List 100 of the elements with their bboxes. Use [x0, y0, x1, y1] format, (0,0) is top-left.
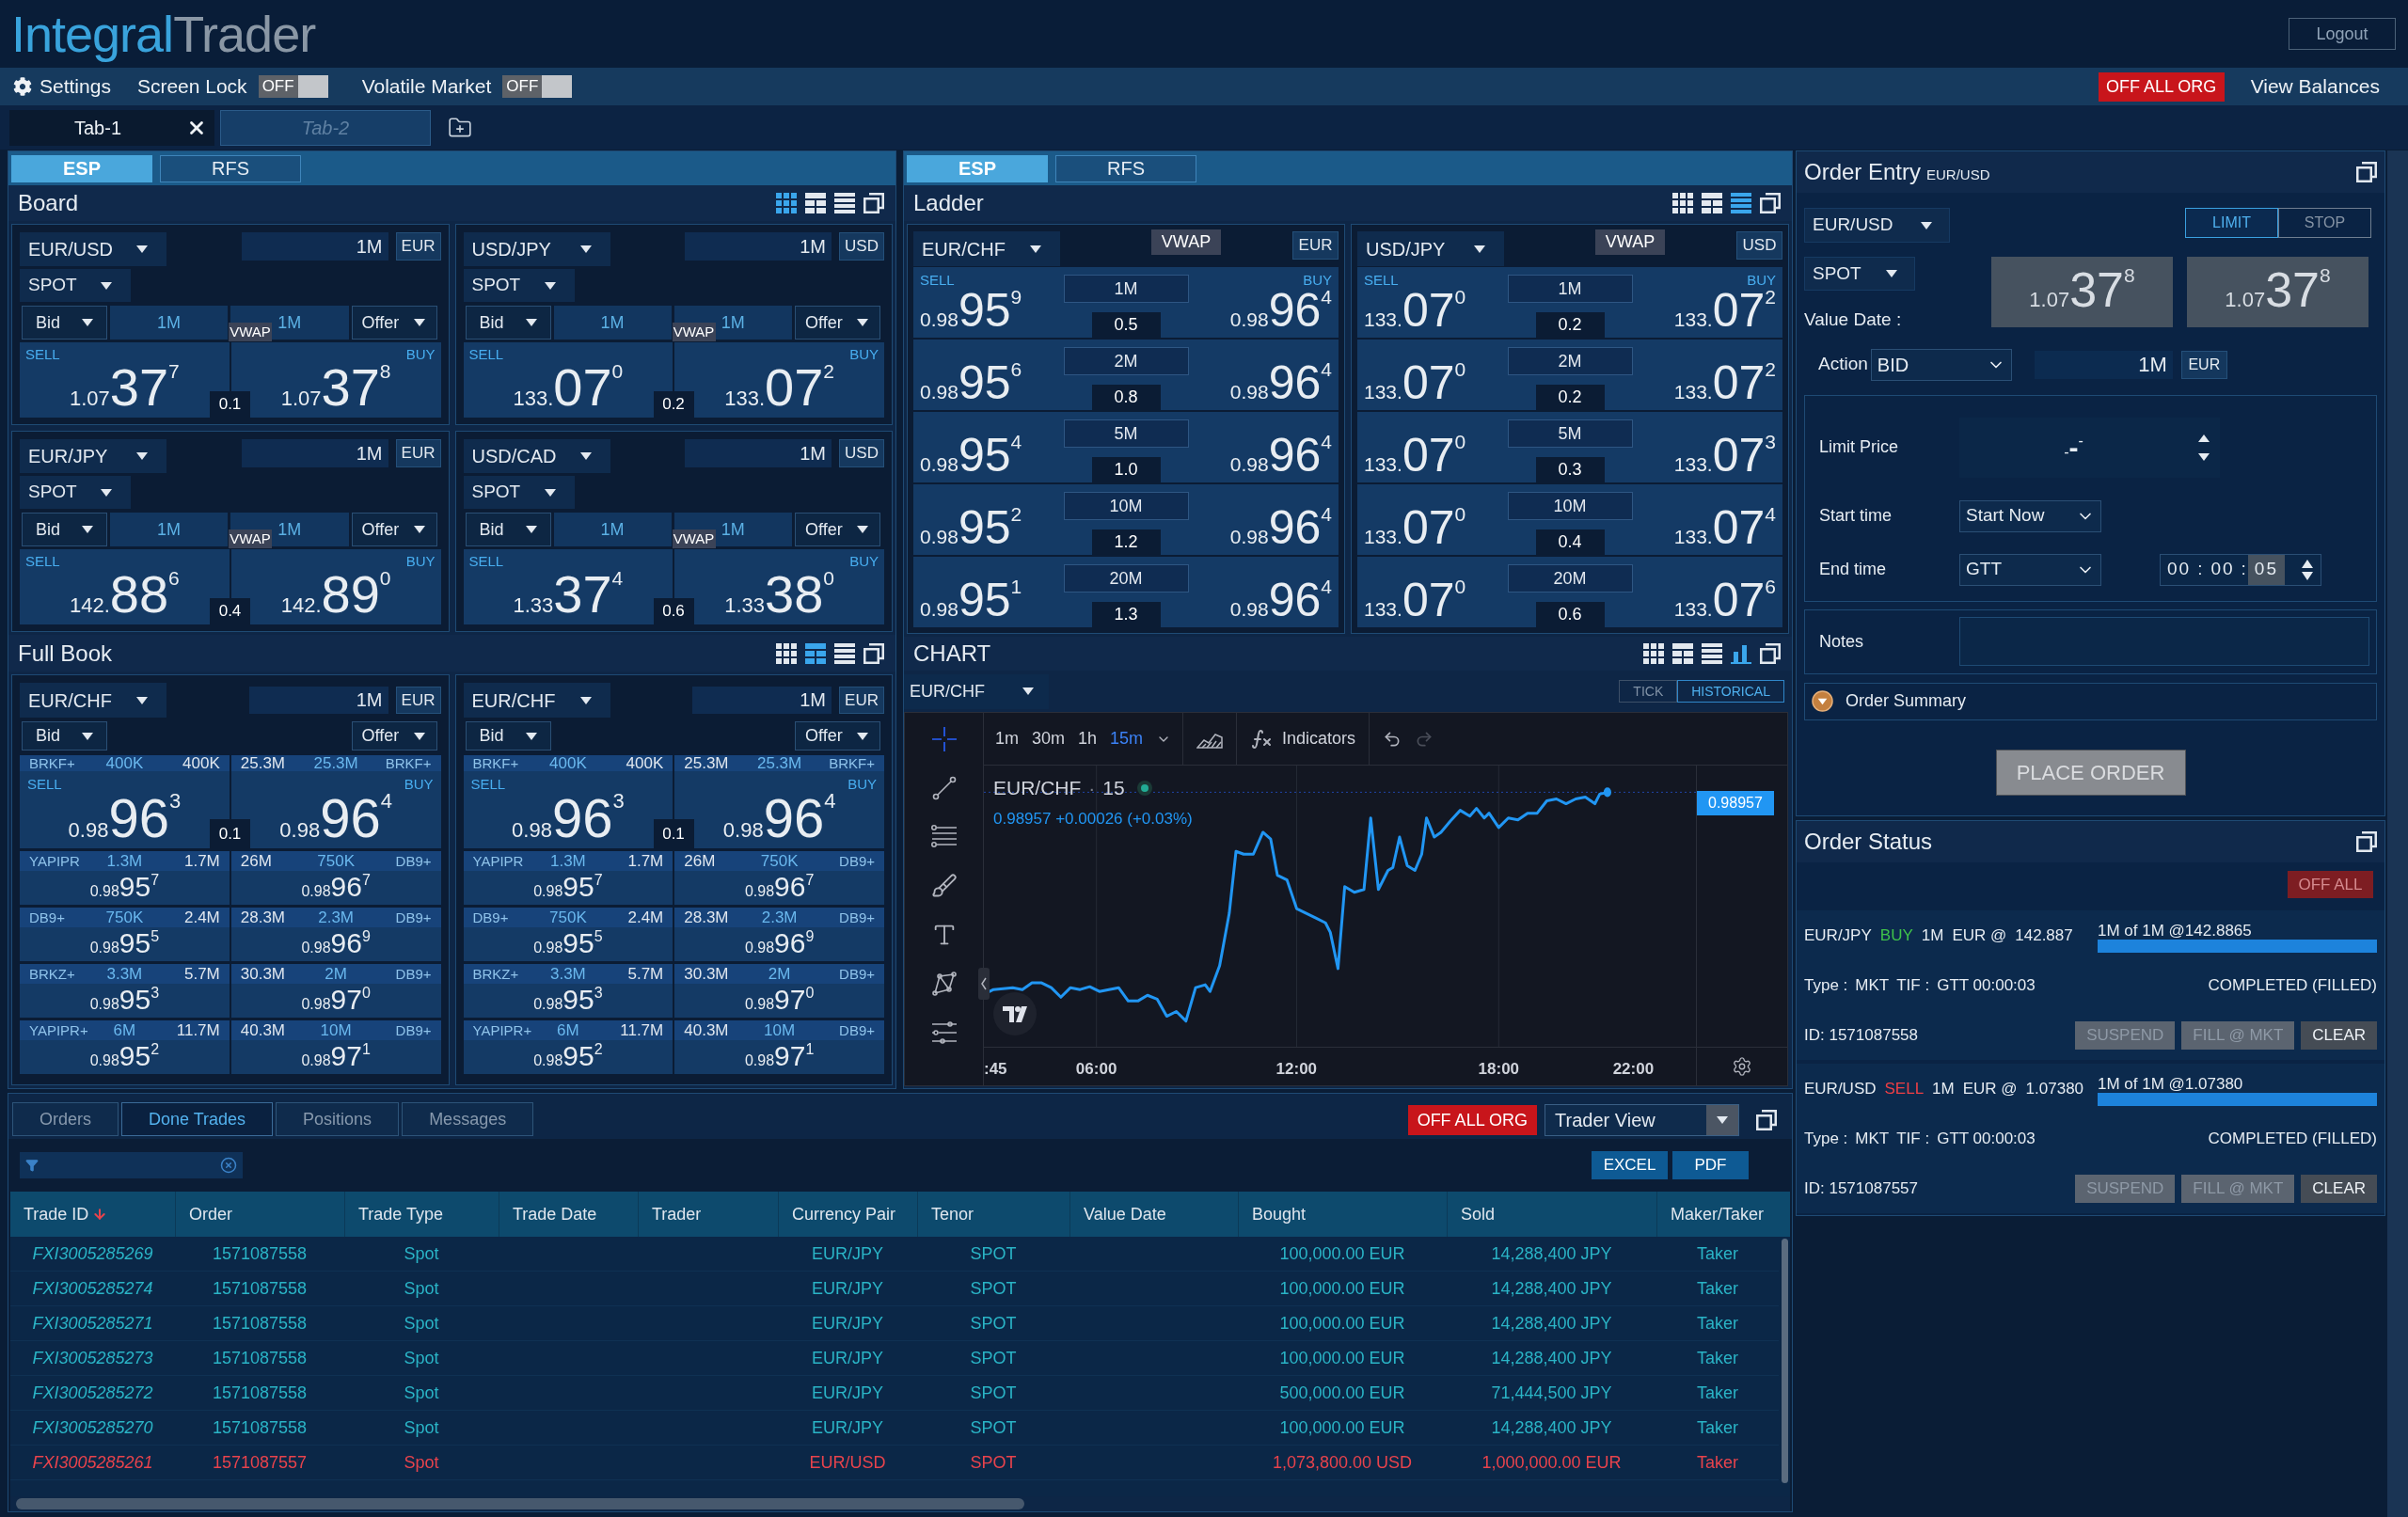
notes-field[interactable]	[1959, 617, 2369, 666]
currency-button[interactable]: EUR	[839, 687, 884, 714]
grid-view-icon[interactable]	[776, 642, 797, 664]
collapse-handle-icon[interactable]	[978, 968, 990, 1000]
interval-button[interactable]: 30m	[1032, 726, 1066, 751]
bid-select[interactable]: Bid	[22, 721, 107, 751]
interval-button[interactable]: 1m	[995, 726, 1019, 751]
tenor-select[interactable]: SPOT	[463, 269, 575, 302]
popout-icon[interactable]	[863, 642, 884, 664]
amount-field[interactable]: 1M	[241, 232, 388, 261]
interval-button[interactable]: 1h	[1078, 726, 1098, 751]
increment-icon[interactable]	[2198, 434, 2210, 442]
currency-pair-select[interactable]: EUR/USD	[20, 232, 166, 266]
currency-button[interactable]: USD	[839, 232, 884, 261]
off-all-org-button[interactable]: OFF ALL ORG	[1407, 1105, 1537, 1135]
expiry-time-field[interactable]: 00 : 00 : 05	[2160, 553, 2321, 586]
amount-field[interactable]: 1M	[685, 439, 832, 467]
popout-icon[interactable]	[1756, 1110, 1777, 1130]
settings-icon[interactable]	[1732, 1056, 1752, 1077]
order-type-tab[interactable]: STOP	[2278, 208, 2371, 238]
currency-pair-select[interactable]: EUR/CHF	[463, 683, 610, 718]
currency-pair-select[interactable]: EUR/CHF	[904, 673, 1049, 709]
action-select[interactable]: BID	[1870, 348, 2012, 381]
amount-field[interactable]: 1M	[241, 439, 388, 467]
expand-circle-icon[interactable]	[1812, 690, 1833, 712]
list-view-icon[interactable]	[834, 193, 855, 213]
off-all-org-button[interactable]: OFF ALL ORG	[2098, 71, 2225, 102]
popout-icon[interactable]	[1760, 643, 1781, 664]
currency-pair-select[interactable]: EUR/CHF	[913, 231, 1060, 266]
currency-pair-select[interactable]: EUR/USD	[1804, 208, 1950, 243]
currency-pair-select[interactable]: USD/JPY	[463, 232, 610, 266]
currency-button[interactable]: EUR	[395, 439, 441, 467]
tenor-select[interactable]: SPOT	[20, 269, 131, 302]
brush-icon[interactable]	[930, 873, 958, 899]
offer-select[interactable]: Offer	[795, 721, 880, 751]
spinner-icon[interactable]	[2302, 559, 2313, 580]
offer-select[interactable]: Offer	[351, 306, 437, 340]
list-view-icon[interactable]	[1702, 643, 1722, 664]
amount-field[interactable]: 1M	[2034, 350, 2173, 379]
source-tab[interactable]: TICK	[1619, 680, 1678, 703]
currency-button[interactable]: EUR	[1292, 231, 1339, 260]
tile-view-icon[interactable]	[1702, 193, 1722, 213]
clear-icon[interactable]	[220, 1157, 237, 1174]
offer-select[interactable]: Offer	[351, 721, 437, 751]
bar-chart-icon[interactable]	[1731, 643, 1751, 664]
mode-tab[interactable]: RFS	[1055, 154, 1196, 182]
grid-view-icon[interactable]	[1643, 643, 1664, 664]
currency-pair-select[interactable]: EUR/JPY	[20, 439, 166, 473]
export-button[interactable]: PDF	[1672, 1151, 1749, 1179]
currency-button[interactable]: EUR	[395, 687, 441, 714]
bid-select[interactable]: Bid	[465, 513, 551, 546]
logout-button[interactable]: Logout	[2289, 18, 2396, 50]
function-icon[interactable]	[1250, 727, 1274, 751]
pattern-icon[interactable]	[930, 971, 958, 997]
list-view-icon[interactable]	[1731, 193, 1751, 213]
column-header[interactable]: Trade ID	[10, 1192, 175, 1237]
start-time-select[interactable]: Start Now	[1959, 499, 2101, 532]
blotter-tab[interactable]: Positions	[276, 1102, 400, 1136]
tenor-select[interactable]: SPOT	[463, 476, 575, 509]
limit-price-field[interactable]: ---	[1959, 417, 2220, 478]
settings-button[interactable]: Settings	[13, 71, 111, 102]
order-type-tab[interactable]: LIMIT	[2185, 208, 2278, 238]
view-balances-link[interactable]: View Balances	[2250, 71, 2380, 102]
list-view-icon[interactable]	[834, 642, 855, 664]
amount-field[interactable]: 1M	[692, 687, 832, 714]
grid-view-icon[interactable]	[1672, 193, 1693, 213]
popout-icon[interactable]	[863, 193, 884, 213]
toggle-switch[interactable]: OFF	[258, 75, 328, 98]
toggle-switch[interactable]: OFF	[502, 75, 573, 98]
blotter-tab[interactable]: Done Trades	[121, 1102, 274, 1136]
view-select[interactable]: Trader View	[1545, 1104, 1739, 1136]
bid-select[interactable]: Bid	[22, 306, 107, 340]
currency-button[interactable]: EUR	[395, 232, 441, 261]
order-action-button[interactable]: CLEAR	[2301, 1020, 2377, 1050]
offer-select[interactable]: Offer	[351, 513, 437, 546]
tile-view-icon[interactable]	[805, 642, 826, 664]
mode-tab[interactable]: RFS	[160, 154, 301, 182]
end-time-select[interactable]: GTT	[1959, 553, 2101, 586]
bid-select[interactable]: Bid	[465, 306, 551, 340]
currency-pair-select[interactable]: USD/CAD	[463, 439, 610, 473]
bid-select[interactable]: Bid	[22, 513, 107, 546]
grid-view-icon[interactable]	[776, 193, 797, 213]
order-summary-toggle[interactable]: Order Summary	[1846, 688, 1967, 714]
amount-field[interactable]: 1M	[248, 687, 388, 714]
popout-icon[interactable]	[2356, 162, 2377, 182]
currency-button[interactable]: USD	[1736, 231, 1782, 260]
currency-button[interactable]: EUR	[2180, 350, 2227, 379]
tenor-select[interactable]: SPOT	[20, 476, 131, 509]
horizontal-scrollbar[interactable]	[16, 1498, 1024, 1509]
export-button[interactable]: EXCEL	[1592, 1151, 1668, 1179]
dotted-lines-icon[interactable]	[930, 1019, 958, 1046]
tile-view-icon[interactable]	[1672, 643, 1693, 664]
blotter-tab[interactable]: Orders	[12, 1102, 119, 1136]
popout-icon[interactable]	[2356, 831, 2377, 852]
interval-button[interactable]: 15m	[1110, 726, 1144, 751]
vertical-scrollbar[interactable]	[1781, 1239, 1788, 1484]
filter-field[interactable]	[20, 1152, 243, 1178]
amount-field[interactable]: 1M	[685, 232, 832, 261]
trend-line-icon[interactable]	[930, 775, 958, 801]
currency-pair-select[interactable]: EUR/CHF	[20, 683, 166, 718]
